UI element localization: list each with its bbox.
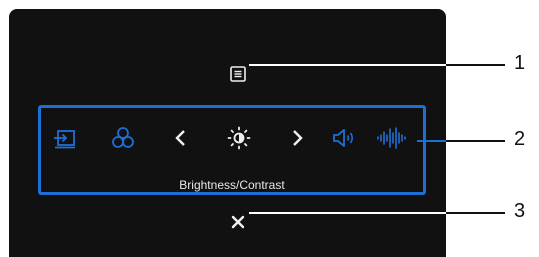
audio-button[interactable] <box>377 125 406 151</box>
volume-icon <box>333 129 354 147</box>
callout-line-2-outside <box>446 140 505 142</box>
chevron-left-icon <box>175 130 185 146</box>
callout-line-1-outside <box>446 64 505 66</box>
previous-button[interactable] <box>168 125 194 151</box>
close-icon <box>231 215 245 229</box>
brightness-contrast-button[interactable] <box>226 125 252 151</box>
close-button[interactable] <box>230 214 246 230</box>
callout-line-3-outside <box>446 212 505 214</box>
color-button[interactable] <box>110 125 136 151</box>
callout-number-3: 3 <box>514 200 526 222</box>
callout-number-1: 1 <box>514 52 526 74</box>
shortcut-bar: Brightness/Contrast <box>38 105 426 195</box>
osd-panel: Brightness/Contrast <box>9 9 446 257</box>
shortcut-label: Brightness/Contrast <box>179 178 285 192</box>
chevron-right-icon <box>293 130 303 146</box>
next-button[interactable] <box>284 125 310 151</box>
input-source-icon <box>54 130 75 149</box>
audio-waveform-icon <box>377 127 406 149</box>
brightness-icon <box>227 126 251 150</box>
callout-number-2: 2 <box>514 128 526 150</box>
menu-button[interactable] <box>229 65 247 83</box>
menu-list-icon <box>230 66 246 82</box>
volume-button[interactable] <box>331 125 357 151</box>
input-source-button[interactable] <box>52 125 78 151</box>
color-circles-icon <box>112 127 134 148</box>
